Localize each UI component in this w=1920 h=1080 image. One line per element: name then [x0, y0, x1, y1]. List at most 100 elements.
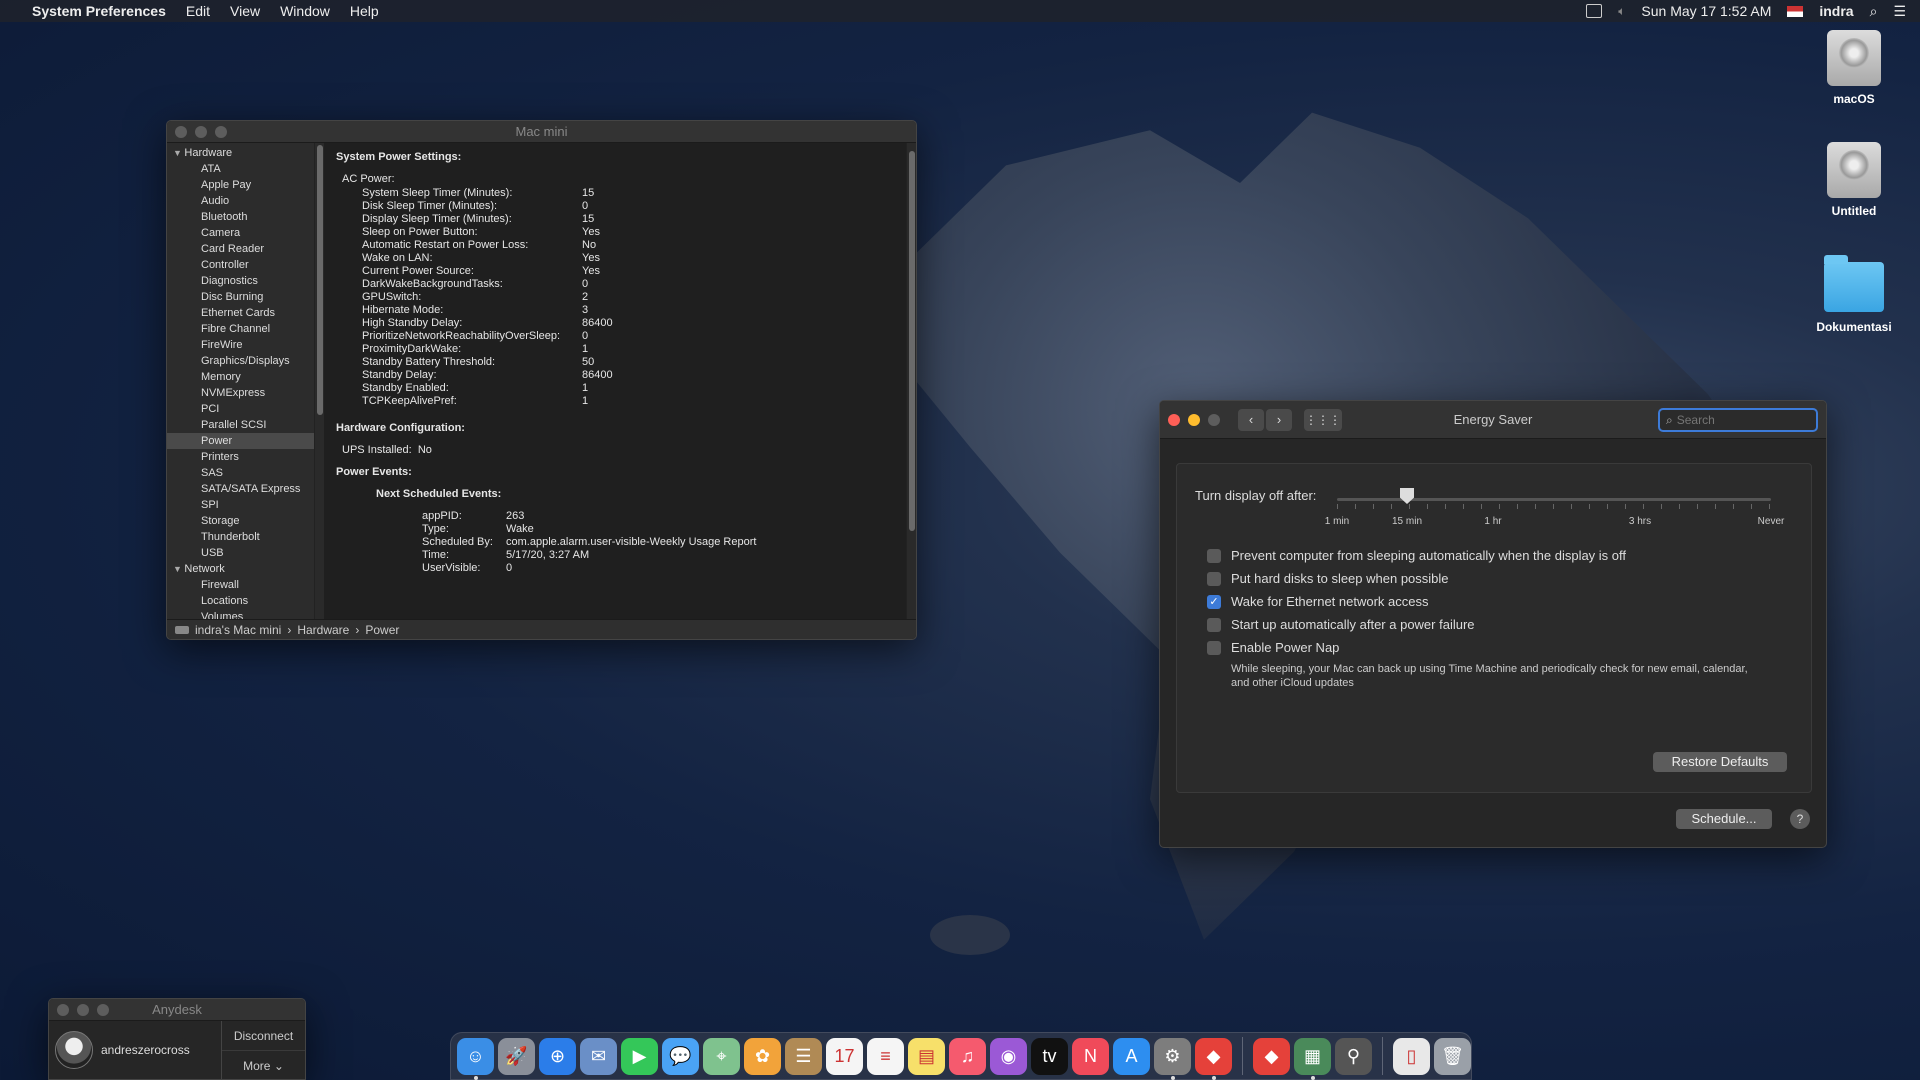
- show-all-grid-icon[interactable]: ⋮⋮⋮: [1304, 408, 1342, 431]
- slider-knob[interactable]: [1400, 488, 1414, 504]
- sidebar-item[interactable]: Power: [167, 433, 314, 449]
- sidebar-scrollbar[interactable]: [314, 143, 324, 619]
- sidebar-item[interactable]: Memory: [167, 369, 314, 385]
- contacts-icon[interactable]: ☰: [785, 1037, 822, 1075]
- music-icon[interactable]: ♫: [949, 1037, 986, 1075]
- sidebar-group-hardware[interactable]: Hardware: [167, 145, 314, 161]
- input-source-flag-icon[interactable]: [1787, 5, 1804, 17]
- zoom-button[interactable]: [215, 125, 227, 138]
- sidebar-item[interactable]: SAS: [167, 465, 314, 481]
- maps-icon[interactable]: ⌖: [703, 1037, 740, 1075]
- desktop-folder-dokumentasi[interactable]: Dokumentasi: [1799, 255, 1909, 334]
- option-row[interactable]: Enable Power Nap: [1207, 640, 1339, 655]
- window-titlebar[interactable]: ‹ › ⋮⋮⋮ Energy Saver ⌕: [1160, 401, 1826, 439]
- schedule-button[interactable]: Schedule...: [1676, 809, 1772, 829]
- menu-edit[interactable]: Edit: [186, 3, 210, 19]
- notification-center-icon[interactable]: ☰: [1893, 3, 1906, 20]
- minimize-button[interactable]: [195, 125, 207, 138]
- desktop-disk-macos[interactable]: macOS: [1799, 30, 1909, 106]
- user-menu[interactable]: indra: [1819, 3, 1853, 19]
- sidebar-item[interactable]: FireWire: [167, 337, 314, 353]
- tv-icon[interactable]: tv: [1031, 1037, 1068, 1075]
- option-row[interactable]: ✓ Wake for Ethernet network access: [1207, 594, 1429, 609]
- sidebar-item[interactable]: Diagnostics: [167, 273, 314, 289]
- forward-button[interactable]: ›: [1266, 408, 1292, 431]
- menu-window[interactable]: Window: [280, 3, 330, 19]
- zoom-button[interactable]: [1208, 413, 1220, 426]
- sidebar-item[interactable]: Apple Pay: [167, 177, 314, 193]
- close-button[interactable]: [1168, 413, 1180, 426]
- spotlight-search-icon[interactable]: ⌕: [1870, 3, 1878, 20]
- sidebar-item[interactable]: Storage: [167, 513, 314, 529]
- back-button[interactable]: ‹: [1238, 408, 1264, 431]
- close-button[interactable]: [175, 125, 187, 138]
- minimize-button[interactable]: [1188, 413, 1200, 426]
- sidebar-item[interactable]: Fibre Channel: [167, 321, 314, 337]
- sidebar-item[interactable]: ATA: [167, 161, 314, 177]
- sidebar-item[interactable]: SATA/SATA Express: [167, 481, 314, 497]
- path-item[interactable]: Power: [365, 623, 399, 637]
- sidebar-item[interactable]: Parallel SCSI: [167, 417, 314, 433]
- option-row[interactable]: Put hard disks to sleep when possible: [1207, 571, 1449, 586]
- safari-icon[interactable]: ⊕: [539, 1037, 576, 1075]
- sidebar-item[interactable]: Locations: [167, 593, 314, 609]
- volume-icon[interactable]: 🔈︎: [1618, 4, 1625, 19]
- checkbox[interactable]: ✓: [1207, 594, 1221, 609]
- system-preferences-icon[interactable]: ⚙: [1154, 1037, 1191, 1080]
- sidebar-group-network[interactable]: Network: [167, 561, 314, 577]
- window-titlebar[interactable]: Mac mini: [167, 121, 916, 143]
- activity-monitor-icon[interactable]: [1586, 4, 1603, 18]
- window-titlebar[interactable]: Anydesk: [49, 999, 305, 1021]
- sidebar-item[interactable]: Printers: [167, 449, 314, 465]
- disconnect-button[interactable]: Disconnect: [222, 1021, 305, 1051]
- system-information-icon[interactable]: ▦: [1294, 1037, 1331, 1080]
- sidebar-item[interactable]: PCI: [167, 401, 314, 417]
- sidebar-item[interactable]: SPI: [167, 497, 314, 513]
- checkbox[interactable]: [1207, 617, 1221, 632]
- reminders-icon[interactable]: ≡: [867, 1037, 904, 1075]
- sidebar-item[interactable]: USB: [167, 545, 314, 561]
- app-menu[interactable]: System Preferences: [32, 3, 166, 19]
- launchpad-icon[interactable]: 🚀: [498, 1037, 535, 1075]
- search-input[interactable]: [1676, 413, 1807, 427]
- sidebar-item[interactable]: NVMExpress: [167, 385, 314, 401]
- anydesk-alt-icon[interactable]: ◆: [1253, 1037, 1290, 1075]
- more-button[interactable]: More ⌄: [222, 1051, 305, 1079]
- app-store-icon[interactable]: A: [1113, 1037, 1150, 1075]
- sidebar-item[interactable]: Camera: [167, 225, 314, 241]
- option-row[interactable]: Prevent computer from sleeping automatic…: [1207, 548, 1626, 563]
- content-scrollbar[interactable]: [906, 143, 916, 619]
- clock[interactable]: Sun May 17 1:52 AM: [1641, 3, 1771, 19]
- notes-icon[interactable]: ▤: [908, 1037, 945, 1075]
- document-icon[interactable]: ▯: [1393, 1037, 1430, 1075]
- mail-icon[interactable]: ✉: [580, 1037, 617, 1075]
- close-button[interactable]: [57, 1003, 69, 1016]
- photos-icon[interactable]: ✿: [744, 1037, 781, 1075]
- sidebar-item[interactable]: Thunderbolt: [167, 529, 314, 545]
- trash-icon[interactable]: 🗑: [1434, 1037, 1471, 1075]
- sidebar-item[interactable]: Controller: [167, 257, 314, 273]
- restore-defaults-button[interactable]: Restore Defaults: [1653, 752, 1787, 772]
- menu-view[interactable]: View: [230, 3, 260, 19]
- sidebar-item[interactable]: Graphics/Displays: [167, 353, 314, 369]
- anydesk-icon[interactable]: ◆: [1195, 1037, 1232, 1080]
- podcasts-icon[interactable]: ◉: [990, 1037, 1027, 1075]
- sidebar-item[interactable]: Volumes: [167, 609, 314, 619]
- facetime-icon[interactable]: ▶: [621, 1037, 658, 1075]
- sidebar-item[interactable]: Audio: [167, 193, 314, 209]
- option-row[interactable]: Start up automatically after a power fai…: [1207, 617, 1475, 632]
- sidebar-item[interactable]: Bluetooth: [167, 209, 314, 225]
- path-item[interactable]: indra's Mac mini: [195, 623, 281, 637]
- calendar-icon[interactable]: 17: [826, 1037, 863, 1075]
- minimize-button[interactable]: [77, 1003, 89, 1016]
- sidebar-item[interactable]: Card Reader: [167, 241, 314, 257]
- sidebar-item[interactable]: Ethernet Cards: [167, 305, 314, 321]
- news-icon[interactable]: N: [1072, 1037, 1109, 1075]
- checkbox[interactable]: [1207, 548, 1221, 563]
- checkbox[interactable]: [1207, 640, 1221, 655]
- checkbox[interactable]: [1207, 571, 1221, 586]
- menu-help[interactable]: Help: [350, 3, 379, 19]
- finder-icon[interactable]: ☺: [457, 1037, 494, 1080]
- desktop-disk-untitled[interactable]: Untitled: [1799, 142, 1909, 218]
- path-item[interactable]: Hardware: [297, 623, 349, 637]
